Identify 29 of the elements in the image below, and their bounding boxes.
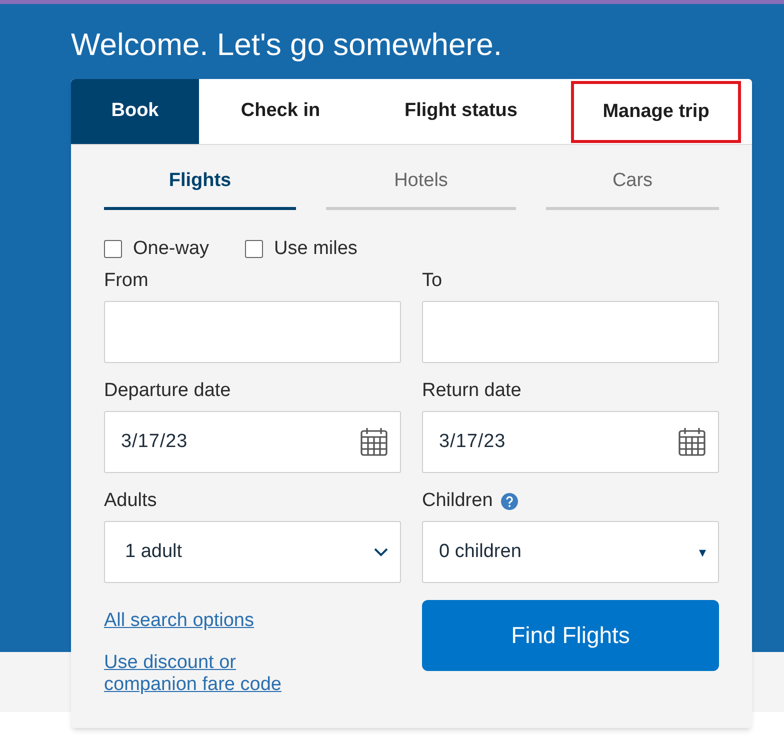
dropdown[interactable]: 0 children ▾ xyxy=(422,521,719,583)
link[interactable]: Use discount or companion fare code xyxy=(104,652,324,696)
checkbox-label: One-way xyxy=(133,236,210,261)
text-field[interactable] xyxy=(104,301,401,363)
subtab[interactable]: Cars xyxy=(546,167,719,210)
field-label: Return date xyxy=(422,378,522,403)
calendar-icon xyxy=(360,427,388,457)
date-field[interactable]: 3/17/23 xyxy=(104,411,401,473)
calendar-icon xyxy=(678,427,706,457)
tab[interactable]: Book xyxy=(71,79,199,144)
chevron-down-icon xyxy=(374,548,388,556)
date-field[interactable]: 3/17/23 xyxy=(422,411,719,473)
field-label: Children xyxy=(422,488,493,513)
dropdown[interactable]: 1 adult xyxy=(104,521,401,583)
subtab[interactable]: Flights xyxy=(104,167,296,210)
checkbox[interactable] xyxy=(104,240,122,258)
find-flights-button[interactable]: Find Flights xyxy=(422,600,719,671)
field-label: Departure date xyxy=(104,378,231,403)
field-label: From xyxy=(104,268,148,293)
field-label: To xyxy=(422,268,442,293)
help-icon[interactable] xyxy=(500,492,518,510)
checkbox[interactable] xyxy=(245,240,264,258)
link[interactable]: All search options xyxy=(104,610,254,632)
tab[interactable]: Manage trip xyxy=(571,81,741,143)
checkbox-label: Use miles xyxy=(274,236,358,261)
text-field[interactable] xyxy=(422,301,719,363)
field-label: Adults xyxy=(104,488,157,513)
subtab[interactable]: Hotels xyxy=(326,167,516,210)
welcome-heading: Welcome. Let's go somewhere. xyxy=(71,26,503,64)
